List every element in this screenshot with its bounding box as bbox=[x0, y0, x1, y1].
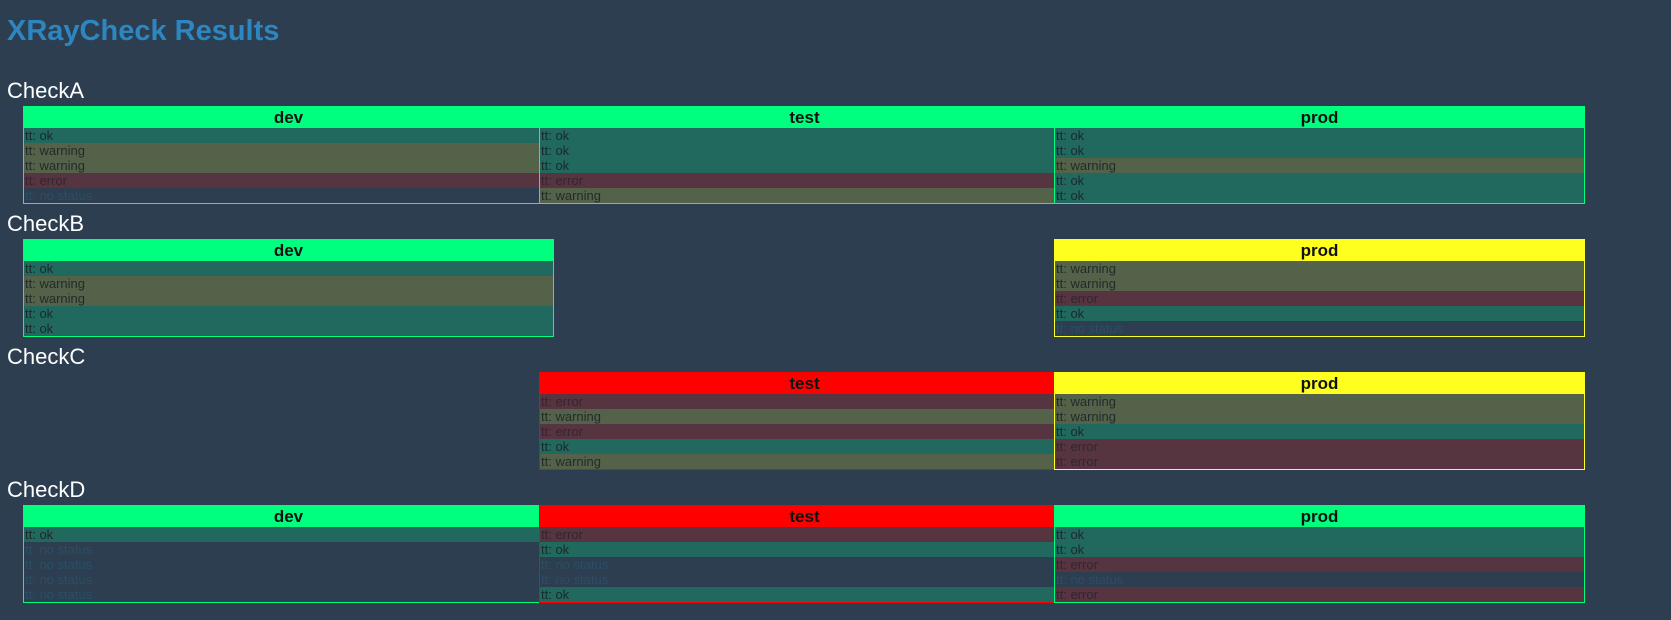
env-panel-prod: prod tt: ok tt: ok tt: warning tt: ok tt: ok bbox=[1054, 106, 1585, 204]
result-row: tt: ok bbox=[24, 128, 553, 143]
env-header: prod bbox=[1055, 240, 1584, 261]
result-row: tt: error bbox=[540, 394, 1069, 409]
result-row: tt: no status bbox=[1055, 321, 1584, 336]
result-row: tt: warning bbox=[24, 158, 553, 173]
env-header: prod bbox=[1055, 107, 1584, 128]
env-header: dev bbox=[24, 240, 553, 261]
result-list: tt: ok tt: no status tt: no status tt: no s… bbox=[24, 527, 553, 602]
check-name: CheckB bbox=[7, 211, 85, 236]
result-row: tt: no status bbox=[24, 188, 553, 203]
result-row: tt: warning bbox=[1055, 158, 1584, 173]
result-row: tt: warning bbox=[1055, 409, 1584, 424]
result-row: tt: warning bbox=[24, 276, 553, 291]
result-row: tt: no status bbox=[540, 557, 1069, 572]
env-panel-dev: dev tt: ok tt: no status tt: no status tt: n… bbox=[23, 505, 554, 603]
result-row: tt: ok bbox=[1055, 173, 1584, 188]
result-list: tt: ok tt: ok tt: ok tt: error tt: warning bbox=[540, 128, 1069, 203]
results-page: XRayCheck Results CheckA dev tt: ok tt: war… bbox=[0, 0, 1671, 620]
result-row: tt: warning bbox=[540, 409, 1069, 424]
result-row: tt: no status bbox=[1055, 572, 1584, 587]
env-header: test bbox=[540, 107, 1069, 128]
result-row: tt: ok bbox=[540, 542, 1069, 557]
env-panel-test: test tt: error tt: ok tt: no status tt: no s… bbox=[539, 505, 1070, 603]
result-row: tt: error bbox=[540, 424, 1069, 439]
env-panel-dev: dev tt: ok tt: warning tt: warning tt: error… bbox=[23, 106, 554, 204]
result-row: tt: warning bbox=[24, 143, 553, 158]
result-row: tt: ok bbox=[540, 143, 1069, 158]
result-list: tt: ok tt: ok tt: warning tt: ok tt: ok bbox=[1055, 128, 1584, 203]
check-name: CheckA bbox=[7, 78, 85, 103]
result-row: tt: no status bbox=[24, 572, 553, 587]
result-row: tt: ok bbox=[1055, 542, 1584, 557]
result-row: tt: error bbox=[1055, 587, 1584, 602]
result-row: tt: error bbox=[1055, 439, 1584, 454]
env-panel-prod: prod tt: warning tt: warning tt: ok tt: erro… bbox=[1054, 372, 1585, 470]
result-list: tt: error tt: warning tt: error tt: ok tt: w… bbox=[540, 394, 1069, 469]
result-row: tt: ok bbox=[540, 587, 1069, 602]
result-row: tt: warning bbox=[540, 454, 1069, 469]
result-row: tt: error bbox=[1055, 557, 1584, 572]
page-title: XRayCheck Results bbox=[7, 15, 280, 47]
result-row: tt: ok bbox=[1055, 128, 1584, 143]
result-list: tt: warning tt: warning tt: error tt: ok tt:… bbox=[1055, 261, 1584, 336]
env-panel-test: test tt: error tt: warning tt: error tt: ok t… bbox=[539, 372, 1070, 470]
result-list: tt: ok tt: warning tt: warning tt: ok tt: ok bbox=[24, 261, 553, 336]
env-header: test bbox=[540, 373, 1069, 394]
env-header: prod bbox=[1055, 373, 1584, 394]
env-panel-prod: prod tt: ok tt: ok tt: error tt: no status tt… bbox=[1054, 505, 1585, 603]
result-row: tt: ok bbox=[540, 128, 1069, 143]
result-row: tt: ok bbox=[1055, 306, 1584, 321]
result-row: tt: ok bbox=[24, 306, 553, 321]
result-row: tt: warning bbox=[540, 188, 1069, 203]
result-row: tt: ok bbox=[540, 439, 1069, 454]
result-row: tt: no status bbox=[24, 542, 553, 557]
result-row: tt: warning bbox=[24, 291, 553, 306]
result-row: tt: error bbox=[1055, 454, 1584, 469]
env-header: prod bbox=[1055, 506, 1584, 527]
result-row: tt: ok bbox=[24, 321, 553, 336]
result-row: tt: warning bbox=[1055, 394, 1584, 409]
env-header: dev bbox=[24, 506, 553, 527]
result-row: tt: no status bbox=[540, 572, 1069, 587]
result-row: tt: error bbox=[24, 173, 553, 188]
env-header: dev bbox=[24, 107, 553, 128]
result-row: tt: ok bbox=[1055, 424, 1584, 439]
result-row: tt: ok bbox=[1055, 188, 1584, 203]
result-list: tt: ok tt: warning tt: warning tt: error tt:… bbox=[24, 128, 553, 203]
result-row: tt: error bbox=[540, 173, 1069, 188]
result-row: tt: ok bbox=[1055, 143, 1584, 158]
env-header: test bbox=[540, 506, 1069, 527]
result-row: tt: warning bbox=[1055, 276, 1584, 291]
result-row: tt: ok bbox=[540, 158, 1069, 173]
result-row: tt: warning bbox=[1055, 261, 1584, 276]
env-panel-test: test tt: ok tt: ok tt: ok tt: error tt: warni… bbox=[539, 106, 1070, 204]
result-list: tt: ok tt: ok tt: error tt: no status tt: er… bbox=[1055, 527, 1584, 602]
result-row: tt: ok bbox=[24, 527, 553, 542]
result-row: tt: error bbox=[1055, 291, 1584, 306]
check-name: CheckD bbox=[7, 477, 86, 502]
result-row: tt: no status bbox=[24, 557, 553, 572]
env-panel-prod: prod tt: warning tt: warning tt: error tt: o… bbox=[1054, 239, 1585, 337]
result-list: tt: error tt: ok tt: no status tt: no statu… bbox=[540, 527, 1069, 602]
result-row: tt: no status bbox=[24, 587, 553, 602]
result-row: tt: ok bbox=[1055, 527, 1584, 542]
env-panel-dev: dev tt: ok tt: warning tt: warning tt: ok tt:… bbox=[23, 239, 554, 337]
result-list: tt: warning tt: warning tt: ok tt: error tt:… bbox=[1055, 394, 1584, 469]
result-row: tt: error bbox=[540, 527, 1069, 542]
result-row: tt: ok bbox=[24, 261, 553, 276]
check-name: CheckC bbox=[7, 344, 86, 369]
